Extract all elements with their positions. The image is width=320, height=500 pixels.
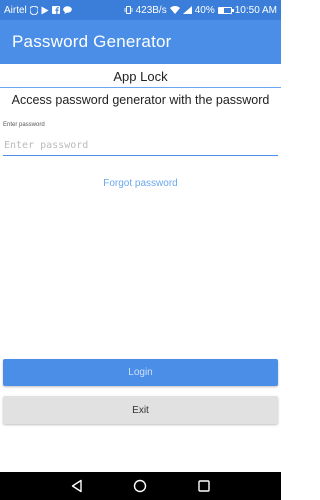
chat-icon — [62, 6, 72, 14]
home-icon[interactable] — [130, 476, 150, 496]
app-lock-subtitle: Access password generator with the passw… — [11, 93, 270, 107]
app-lock-title: App Lock — [0, 66, 281, 88]
signal-icon — [182, 6, 192, 14]
vibrate-icon — [124, 6, 133, 14]
status-bar: Airtel 423B/s 40% 10:50 AM — [0, 0, 281, 20]
facebook-icon — [51, 6, 60, 14]
battery-icon — [217, 6, 234, 14]
recents-icon[interactable] — [194, 476, 214, 496]
status-right: 423B/s 40% 10:50 AM — [124, 5, 277, 16]
back-icon[interactable] — [67, 476, 87, 496]
status-left: Airtel — [4, 5, 72, 16]
exit-button[interactable]: Exit — [3, 396, 278, 424]
password-input[interactable] — [3, 136, 278, 156]
wifi-icon — [169, 6, 180, 14]
carrier-label: Airtel — [4, 4, 27, 16]
battery-fill — [218, 7, 224, 13]
forgot-password-link[interactable]: Forgot password — [0, 178, 281, 189]
shield-icon — [29, 5, 38, 15]
network-speed: 423B/s — [135, 4, 167, 16]
app-title: Password Generator — [12, 32, 172, 51]
navigation-bar — [0, 472, 281, 500]
battery-percent: 40% — [194, 4, 215, 16]
login-button[interactable]: Login — [3, 359, 278, 386]
app-bar: Password Generator — [0, 20, 281, 64]
password-field-label: Enter password — [3, 122, 45, 128]
clock: 10:50 AM — [234, 4, 277, 16]
play-icon — [41, 6, 49, 15]
